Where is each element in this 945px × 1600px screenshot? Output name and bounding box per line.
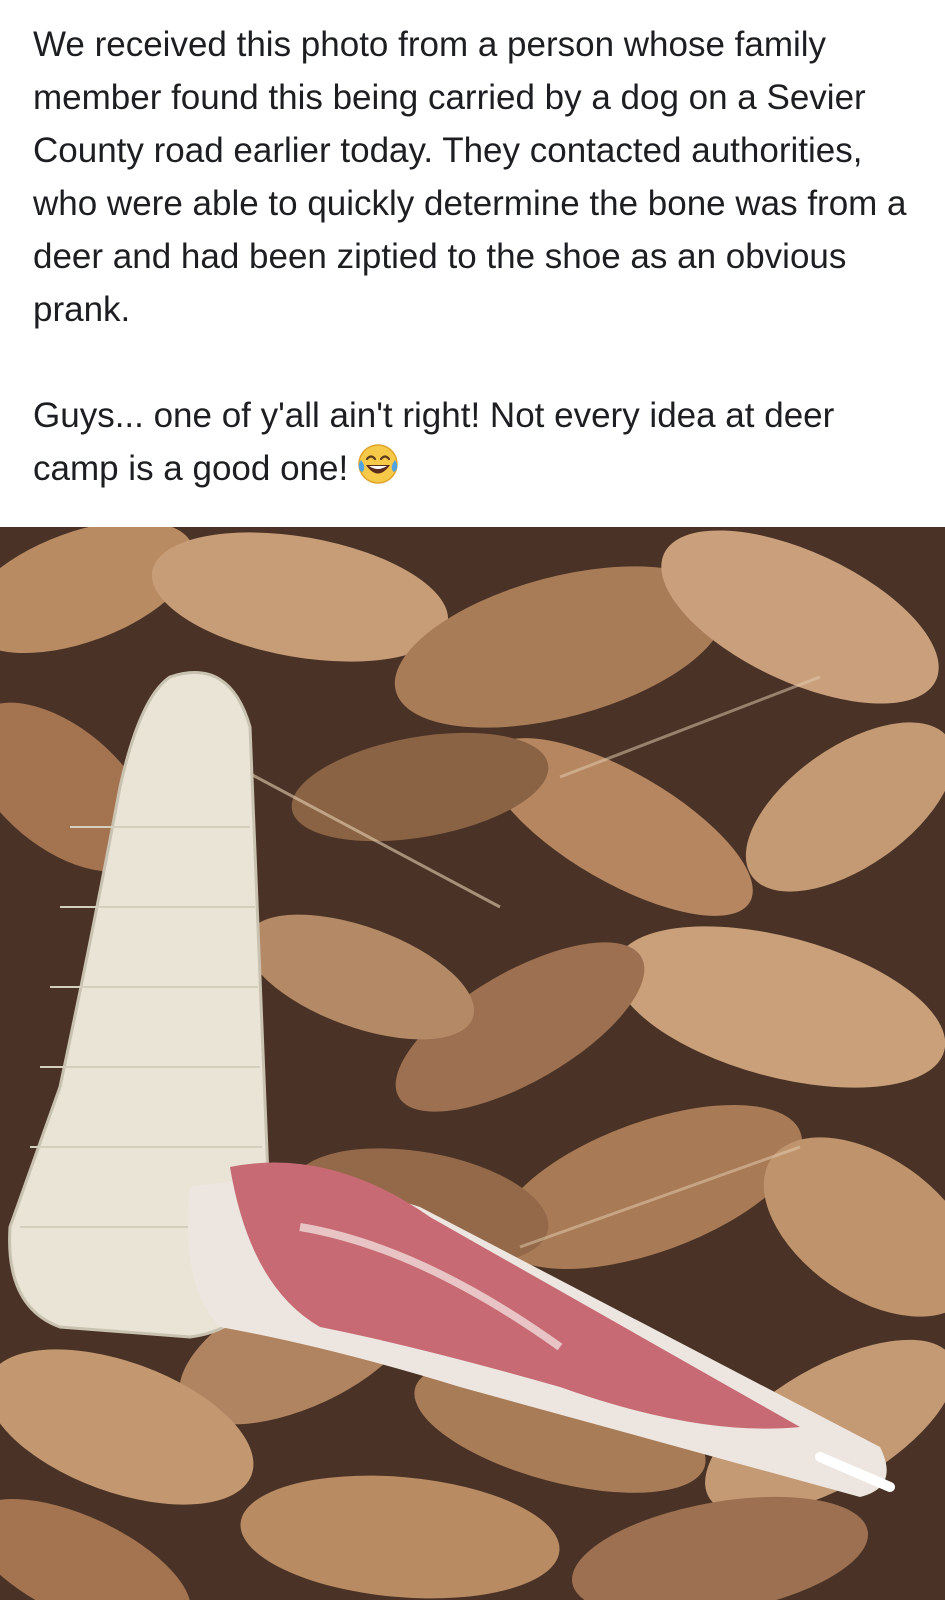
post-photo[interactable] xyxy=(0,527,945,1600)
post-paragraph-2-text: Guys... one of y'all ain't right! Not ev… xyxy=(33,396,835,488)
post-paragraph-1: We received this photo from a person who… xyxy=(33,25,907,329)
post-photo-image xyxy=(0,527,945,1600)
post-paragraph-2: Guys... one of y'all ain't right! Not ev… xyxy=(33,389,923,495)
post-text: We received this photo from a person who… xyxy=(33,18,923,495)
face-with-tears-of-joy-icon xyxy=(356,442,400,486)
post: We received this photo from a person who… xyxy=(0,0,945,1600)
